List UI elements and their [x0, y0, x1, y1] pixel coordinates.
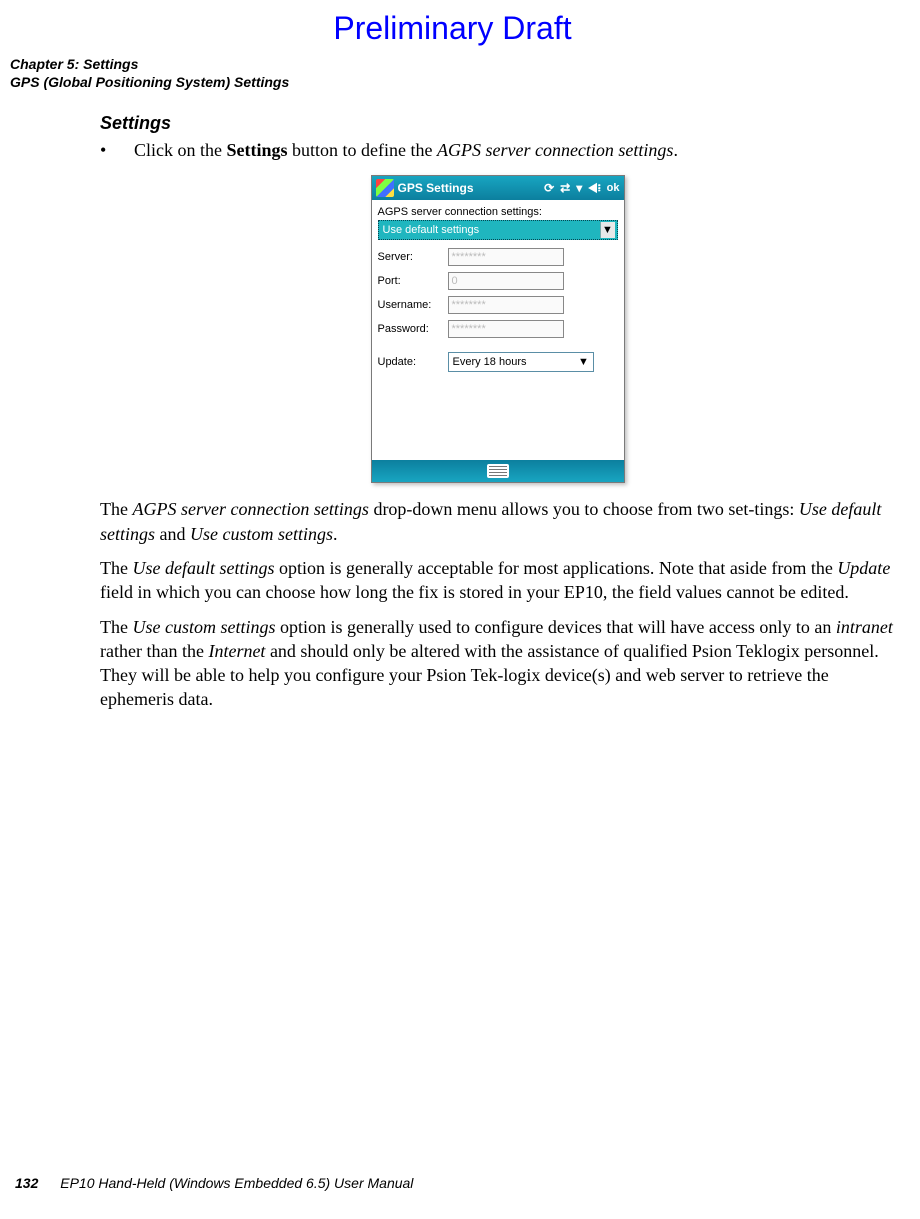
paragraph-1: The AGPS server connection settings drop… — [100, 497, 895, 546]
server-label: Server: — [378, 251, 448, 263]
server-field: ******** — [448, 248, 564, 266]
ok-button[interactable]: ok — [607, 183, 620, 194]
running-header: Chapter 5: Settings GPS (Global Position… — [10, 55, 895, 91]
page-number: 132 — [15, 1175, 38, 1191]
update-dropdown[interactable]: Every 18 hours ▼ — [448, 352, 594, 372]
update-value: Every 18 hours — [453, 356, 527, 368]
username-field: ******** — [448, 296, 564, 314]
start-icon[interactable] — [376, 179, 394, 197]
chapter-line: Chapter 5: Settings — [10, 55, 895, 73]
device-titlebar: GPS Settings ⟳ ⇄ ▾ ◀፧ ok — [372, 176, 624, 200]
paragraph-3: The Use custom settings option is genera… — [100, 615, 895, 712]
username-label: Username: — [378, 299, 448, 311]
device-screenshot: GPS Settings ⟳ ⇄ ▾ ◀፧ ok AGPS server con… — [371, 175, 625, 483]
bullet-item: • Click on the Settings button to define… — [100, 140, 895, 161]
connection-dropdown[interactable]: Use default settings ▼ — [378, 220, 618, 240]
bullet-marker: • — [100, 140, 134, 161]
connection-value: Use default settings — [383, 224, 480, 236]
bullet-text: Click on the Settings button to define t… — [134, 140, 678, 161]
sync-icon[interactable]: ⟳ — [544, 182, 554, 194]
connection-icon[interactable]: ⇄ — [560, 182, 570, 194]
volume-icon[interactable]: ◀፧ — [588, 182, 600, 194]
device-bottom-bar — [372, 460, 624, 482]
port-field: 0 — [448, 272, 564, 290]
chevron-down-icon: ▼ — [577, 356, 591, 368]
footer-title: EP10 Hand-Held (Windows Embedded 6.5) Us… — [60, 1175, 413, 1191]
keyboard-icon[interactable] — [487, 464, 509, 478]
update-label: Update: — [378, 356, 448, 368]
signal-icon[interactable]: ▾ — [576, 182, 582, 194]
page-footer: 132 EP10 Hand-Held (Windows Embedded 6.5… — [15, 1175, 413, 1191]
section-line: GPS (Global Positioning System) Settings — [10, 73, 895, 91]
window-title: GPS Settings — [398, 181, 541, 195]
password-label: Password: — [378, 323, 448, 335]
paragraph-2: The Use default settings option is gener… — [100, 556, 895, 605]
password-field: ******** — [448, 320, 564, 338]
draft-banner: Preliminary Draft — [10, 10, 895, 47]
port-label: Port: — [378, 275, 448, 287]
chevron-down-icon: ▼ — [600, 222, 615, 238]
connection-label: AGPS server connection settings: — [378, 206, 618, 218]
section-heading: Settings — [100, 113, 895, 134]
